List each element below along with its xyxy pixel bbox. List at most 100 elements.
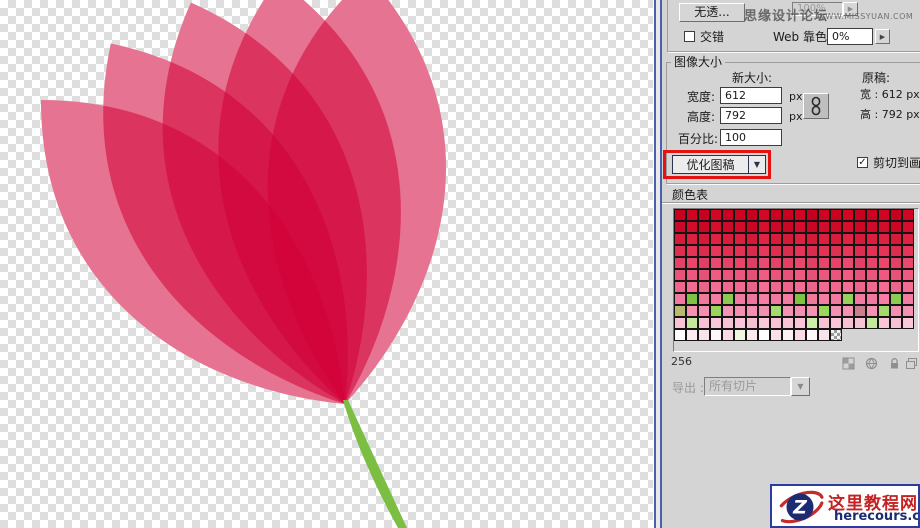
color-swatch[interactable] — [735, 270, 745, 280]
color-swatch[interactable] — [795, 222, 805, 232]
color-swatch[interactable] — [843, 210, 853, 220]
color-swatch[interactable] — [735, 306, 745, 316]
color-swatch[interactable] — [903, 306, 913, 316]
color-swatch[interactable] — [819, 234, 829, 244]
color-swatch[interactable] — [855, 258, 865, 268]
color-swatch[interactable] — [807, 318, 817, 328]
color-swatch[interactable] — [759, 234, 769, 244]
color-swatch[interactable] — [711, 210, 721, 220]
color-swatch[interactable] — [747, 222, 757, 232]
color-swatch[interactable] — [783, 318, 793, 328]
color-swatch[interactable] — [699, 246, 709, 256]
color-swatch[interactable] — [867, 318, 877, 328]
color-swatch[interactable] — [687, 330, 697, 340]
color-swatch[interactable] — [771, 222, 781, 232]
color-swatch[interactable] — [687, 234, 697, 244]
color-swatch[interactable] — [831, 210, 841, 220]
color-swatch[interactable] — [891, 306, 901, 316]
height-input[interactable]: 792 — [720, 107, 782, 124]
color-swatch[interactable] — [891, 282, 901, 292]
color-swatch[interactable] — [783, 246, 793, 256]
color-swatch[interactable] — [831, 234, 841, 244]
color-swatch[interactable] — [855, 306, 865, 316]
web-snap-input[interactable]: 0% — [827, 28, 873, 45]
color-swatch[interactable] — [867, 222, 877, 232]
constrain-proportions-button[interactable] — [803, 93, 829, 119]
color-swatch[interactable] — [771, 318, 781, 328]
color-swatch[interactable] — [819, 258, 829, 268]
color-swatch[interactable] — [783, 234, 793, 244]
color-swatch[interactable] — [723, 210, 733, 220]
color-swatch[interactable] — [855, 270, 865, 280]
color-swatch[interactable] — [867, 282, 877, 292]
color-swatch[interactable] — [795, 306, 805, 316]
color-swatch[interactable] — [855, 318, 865, 328]
color-swatch[interactable] — [795, 282, 805, 292]
color-swatch[interactable] — [711, 270, 721, 280]
color-swatch[interactable] — [783, 294, 793, 304]
color-swatch[interactable] — [747, 270, 757, 280]
dither-dropdown[interactable]: 无透... — [679, 3, 745, 22]
color-swatch[interactable] — [783, 222, 793, 232]
color-swatch[interactable] — [759, 270, 769, 280]
color-swatch[interactable] — [855, 282, 865, 292]
transparent-swatch[interactable] — [831, 330, 841, 340]
color-swatch[interactable] — [843, 294, 853, 304]
color-swatch[interactable] — [843, 306, 853, 316]
apply-optimize-button[interactable]: 优化图稿 ▼ — [672, 155, 766, 174]
color-swatch[interactable] — [903, 282, 913, 292]
color-swatch[interactable] — [699, 318, 709, 328]
color-swatch[interactable] — [831, 282, 841, 292]
color-swatch[interactable] — [879, 306, 889, 316]
color-swatch[interactable] — [831, 246, 841, 256]
color-swatch[interactable] — [843, 282, 853, 292]
color-swatch[interactable] — [771, 282, 781, 292]
color-swatch[interactable] — [807, 306, 817, 316]
color-swatch[interactable] — [771, 294, 781, 304]
color-swatch[interactable] — [675, 330, 685, 340]
color-swatch[interactable] — [687, 222, 697, 232]
color-swatch[interactable] — [783, 282, 793, 292]
color-swatch[interactable] — [879, 222, 889, 232]
color-swatch[interactable] — [783, 306, 793, 316]
color-swatch[interactable] — [867, 246, 877, 256]
color-swatch[interactable] — [699, 330, 709, 340]
color-swatch[interactable] — [723, 294, 733, 304]
color-swatch[interactable] — [759, 294, 769, 304]
color-swatch[interactable] — [687, 246, 697, 256]
color-swatch[interactable] — [843, 246, 853, 256]
color-swatch[interactable] — [723, 306, 733, 316]
color-swatch[interactable] — [819, 246, 829, 256]
clip-to-artboard-checkbox[interactable]: ✓ — [857, 157, 868, 168]
color-swatch[interactable] — [879, 210, 889, 220]
color-swatch[interactable] — [687, 306, 697, 316]
color-swatch[interactable] — [819, 282, 829, 292]
color-swatch[interactable] — [771, 246, 781, 256]
color-swatch[interactable] — [879, 318, 889, 328]
color-swatch[interactable] — [879, 282, 889, 292]
color-swatch[interactable] — [735, 282, 745, 292]
color-swatch[interactable] — [699, 306, 709, 316]
color-swatch[interactable] — [759, 246, 769, 256]
color-swatch[interactable] — [675, 234, 685, 244]
color-swatch[interactable] — [807, 258, 817, 268]
color-swatch[interactable] — [711, 246, 721, 256]
color-swatch[interactable] — [843, 318, 853, 328]
color-swatch[interactable] — [807, 282, 817, 292]
color-swatch[interactable] — [867, 306, 877, 316]
color-swatch[interactable] — [831, 222, 841, 232]
color-swatch[interactable] — [735, 234, 745, 244]
color-swatch[interactable] — [699, 282, 709, 292]
color-swatch[interactable] — [879, 294, 889, 304]
color-swatch[interactable] — [759, 210, 769, 220]
color-swatch[interactable] — [711, 294, 721, 304]
color-swatch[interactable] — [807, 246, 817, 256]
color-swatch[interactable] — [771, 270, 781, 280]
color-swatch[interactable] — [723, 270, 733, 280]
color-swatch[interactable] — [711, 318, 721, 328]
color-swatch[interactable] — [891, 210, 901, 220]
color-swatch[interactable] — [891, 318, 901, 328]
color-swatch[interactable] — [735, 210, 745, 220]
color-swatch[interactable] — [843, 234, 853, 244]
color-swatch[interactable] — [711, 222, 721, 232]
